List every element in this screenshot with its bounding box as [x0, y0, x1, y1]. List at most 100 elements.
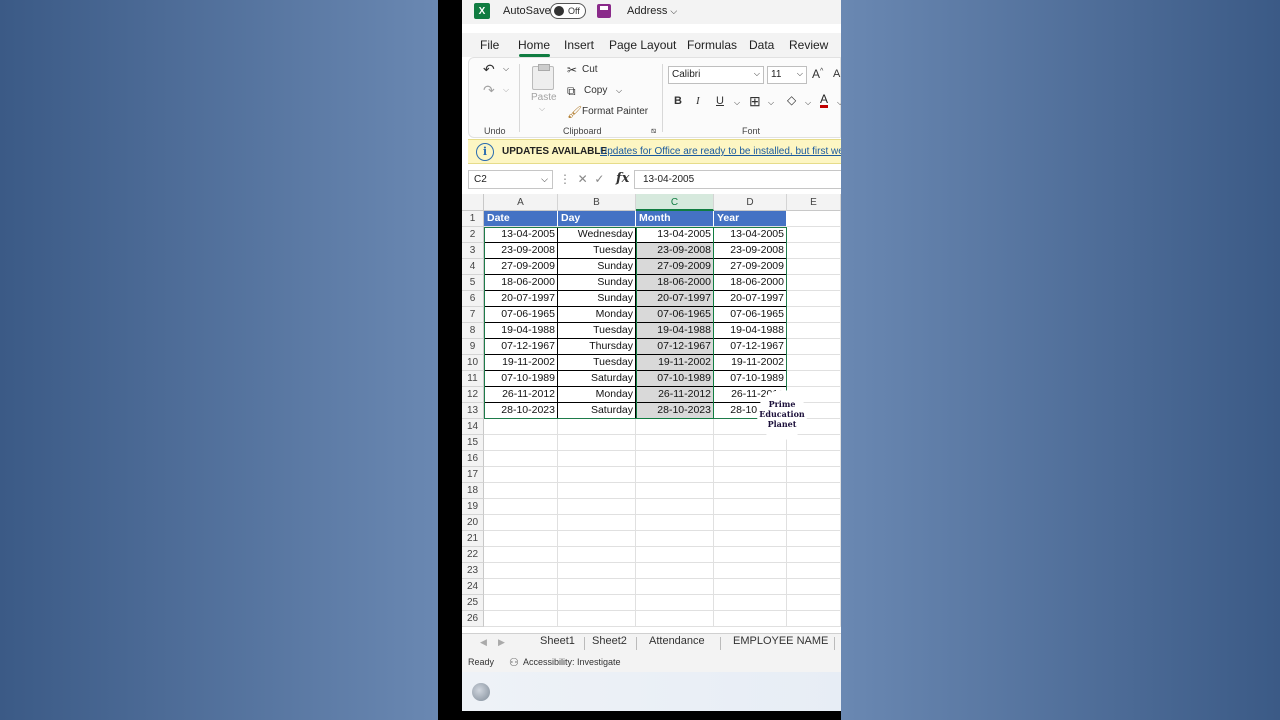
cell[interactable]: [636, 499, 714, 515]
cell[interactable]: [714, 595, 787, 611]
table-cell-month[interactable]: 19-11-2002: [636, 355, 714, 371]
cell[interactable]: [787, 275, 841, 291]
cell[interactable]: [787, 291, 841, 307]
italic-button[interactable]: I: [696, 95, 700, 107]
accessibility-status[interactable]: Accessibility: Investigate: [523, 657, 621, 667]
font-size-select[interactable]: 11 ⌵: [767, 66, 807, 84]
cell[interactable]: [558, 547, 636, 563]
row-header[interactable]: 26: [462, 611, 484, 627]
column-header-b[interactable]: B: [558, 194, 636, 211]
row-header[interactable]: 21: [462, 531, 484, 547]
cell[interactable]: [787, 259, 841, 275]
row-header[interactable]: 2: [462, 227, 484, 243]
table-cell-month[interactable]: 07-06-1965: [636, 307, 714, 323]
table-cell-month[interactable]: 20-07-1997: [636, 291, 714, 307]
cell[interactable]: [558, 531, 636, 547]
tab-review[interactable]: Review: [789, 38, 828, 52]
cell[interactable]: [787, 515, 841, 531]
column-header-c[interactable]: C: [636, 194, 714, 211]
table-cell-year[interactable]: 13-04-2005: [714, 227, 787, 243]
cell[interactable]: [558, 483, 636, 499]
cell[interactable]: [636, 595, 714, 611]
cell[interactable]: [558, 579, 636, 595]
table-cell-day[interactable]: Thursday: [558, 339, 636, 355]
cell[interactable]: [787, 435, 841, 451]
cancel-icon[interactable]: ✕: [578, 172, 588, 186]
cell[interactable]: [636, 451, 714, 467]
redo-icon[interactable]: ↷: [483, 82, 495, 99]
cell[interactable]: [714, 579, 787, 595]
row-header[interactable]: 14: [462, 419, 484, 435]
enter-icon[interactable]: ✓: [594, 172, 604, 186]
table-cell-day[interactable]: Saturday: [558, 403, 636, 419]
table-cell-date[interactable]: 23-09-2008: [484, 243, 558, 259]
row-header[interactable]: 1: [462, 211, 484, 227]
cell[interactable]: [787, 451, 841, 467]
table-cell-year[interactable]: 19-04-1988: [714, 323, 787, 339]
cell[interactable]: [558, 515, 636, 531]
cell[interactable]: [714, 451, 787, 467]
table-cell-month[interactable]: 19-04-1988: [636, 323, 714, 339]
cell[interactable]: [558, 499, 636, 515]
undo-icon[interactable]: ↶: [483, 61, 495, 78]
table-cell-day[interactable]: Wednesday: [558, 227, 636, 243]
cell[interactable]: [636, 531, 714, 547]
cell[interactable]: [636, 467, 714, 483]
cell[interactable]: [484, 515, 558, 531]
table-cell-year[interactable]: 27-09-2009: [714, 259, 787, 275]
table-cell-month[interactable]: 07-10-1989: [636, 371, 714, 387]
paste-icon[interactable]: [532, 64, 554, 90]
table-cell-date[interactable]: 19-11-2002: [484, 355, 558, 371]
cell[interactable]: [714, 547, 787, 563]
row-header[interactable]: 12: [462, 387, 484, 403]
header-cell-month[interactable]: Month: [636, 211, 714, 227]
cell[interactable]: [636, 579, 714, 595]
tab-data[interactable]: Data: [749, 38, 774, 52]
table-cell-date[interactable]: 20-07-1997: [484, 291, 558, 307]
cell[interactable]: [484, 531, 558, 547]
header-cell-day[interactable]: Day: [558, 211, 636, 227]
row-header[interactable]: 23: [462, 563, 484, 579]
cell[interactable]: [787, 355, 841, 371]
table-cell-year[interactable]: 20-07-1997: [714, 291, 787, 307]
copy-dropdown-icon[interactable]: ⌵: [616, 86, 622, 96]
table-cell-year[interactable]: 07-12-1967: [714, 339, 787, 355]
cell[interactable]: [484, 435, 558, 451]
sheet-tab-sheet2[interactable]: Sheet2: [592, 635, 627, 647]
row-header[interactable]: 10: [462, 355, 484, 371]
copy-button[interactable]: Copy: [584, 85, 607, 96]
undo-dropdown-icon[interactable]: ⌵: [503, 64, 509, 74]
row-header[interactable]: 11: [462, 371, 484, 387]
tab-home[interactable]: Home: [518, 38, 550, 52]
table-cell-day[interactable]: Monday: [558, 307, 636, 323]
table-cell-month[interactable]: 13-04-2005: [636, 227, 714, 243]
cell[interactable]: [787, 611, 841, 627]
fill-dropdown-icon[interactable]: ⌵: [805, 98, 811, 108]
font-name-select[interactable]: Calibri ⌵: [668, 66, 764, 84]
table-cell-day[interactable]: Saturday: [558, 371, 636, 387]
autosave-toggle[interactable]: Off: [550, 3, 586, 19]
increase-font-icon[interactable]: A^: [812, 67, 823, 81]
select-all-corner[interactable]: [462, 194, 484, 211]
table-cell-date[interactable]: 27-09-2009: [484, 259, 558, 275]
cell[interactable]: [714, 611, 787, 627]
borders-dropdown-icon[interactable]: ⌵: [768, 98, 774, 108]
table-cell-day[interactable]: Tuesday: [558, 355, 636, 371]
cell[interactable]: [787, 499, 841, 515]
cut-button[interactable]: Cut: [582, 64, 598, 75]
cell[interactable]: [787, 595, 841, 611]
cell[interactable]: [558, 611, 636, 627]
cell[interactable]: [558, 563, 636, 579]
table-cell-date[interactable]: 19-04-1988: [484, 323, 558, 339]
paste-label[interactable]: Paste: [531, 92, 557, 103]
header-cell-date[interactable]: Date: [484, 211, 558, 227]
row-header[interactable]: 15: [462, 435, 484, 451]
cell[interactable]: [714, 483, 787, 499]
row-header[interactable]: 9: [462, 339, 484, 355]
file-name[interactable]: Address ⌵: [627, 5, 677, 17]
name-box[interactable]: C2 ⌵: [468, 170, 553, 189]
formula-input[interactable]: 13-04-2005: [634, 170, 841, 189]
row-header[interactable]: 3: [462, 243, 484, 259]
cell[interactable]: [484, 419, 558, 435]
row-header[interactable]: 16: [462, 451, 484, 467]
